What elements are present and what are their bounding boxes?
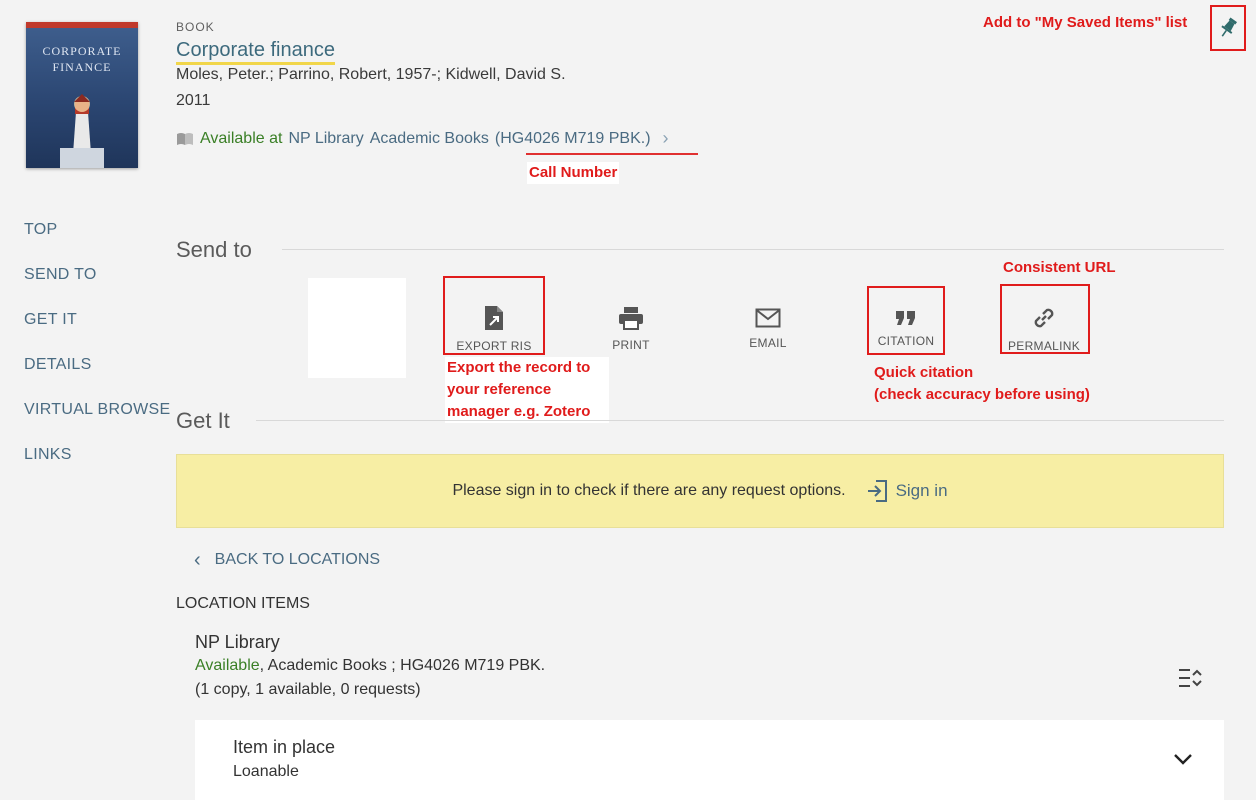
chevron-right-icon: › [662,128,669,148]
sign-in-label: Sign in [895,481,948,500]
item-policy: Loanable [233,763,299,780]
book-cover[interactable]: CORPORATE FINANCE [26,22,138,168]
annotation-saved-items: Add to "My Saved Items" list [983,14,1188,31]
annotation-export-line2: your reference [447,381,552,398]
back-to-locations-label: BACK TO LOCATIONS [214,551,381,568]
send-to-divider [282,249,1224,250]
annotation-citation-line2: (check accuracy before using) [874,386,1090,403]
cover-title-line1: CORPORATE [42,44,122,58]
location-status: Available [195,657,260,674]
cover-title-line2: FINANCE [52,60,112,74]
availability-collection: Academic Books [369,129,489,147]
nav-details[interactable]: DETAILS [24,356,92,374]
location-copies: (1 copy, 1 available, 0 requests) [195,681,421,698]
annotation-export-line1: Export the record to [447,359,591,376]
annotation-citation-line1: Quick citation [874,364,974,381]
record-title[interactable]: Corporate finance [176,38,335,65]
nav-get-it[interactable]: GET IT [24,311,77,329]
annotation-export-ris: Export the record to your reference mana… [445,357,609,423]
nav-virtual-browse[interactable]: VIRTUAL BROWSE [24,401,170,419]
email-label: EMAIL [749,336,787,350]
printer-icon [619,307,643,330]
location-detail: , Academic Books ; HG4026 M719 PBK. [259,657,546,674]
print-label: PRINT [612,338,650,352]
availability-library: NP Library [288,129,364,147]
annotation-call-number: Call Number [527,162,620,184]
sign-in-button[interactable]: Sign in [866,479,948,503]
back-to-locations-button[interactable]: ‹ BACK TO LOCATIONS [194,549,381,571]
nav-send-to[interactable]: SEND TO [24,266,97,284]
record-year: 2011 [176,92,211,109]
sign-in-icon [867,480,887,502]
availability-call-number: (HG4026 M719 PBK.) [494,129,651,147]
availability-status: Available at [200,129,283,147]
book-open-icon [177,132,193,145]
item-card[interactable] [195,720,1224,800]
nav-top[interactable]: TOP [24,221,58,239]
send-to-heading: Send to [176,237,252,262]
email-button[interactable]: EMAIL [719,290,817,368]
record-type: BOOK [176,20,215,34]
location-name: NP Library [195,632,280,652]
envelope-icon [755,308,781,328]
get-it-heading: Get It [176,408,230,433]
sign-in-banner: Please sign in to check if there are any… [176,454,1224,528]
filter-sort-icon[interactable] [1178,666,1204,695]
get-it-divider [256,420,1224,421]
annotation-consistent-url: Consistent URL [1003,259,1116,276]
pin-icon [1221,17,1238,37]
lighthouse-image [60,94,104,168]
export-ris-highlight [443,276,545,355]
availability-line[interactable]: Available at NP Library Academic Books (… [176,128,669,149]
chevron-down-icon[interactable] [1173,752,1193,771]
blank-tile [308,278,406,378]
nav-links[interactable]: LINKS [24,446,72,464]
location-items-label: LOCATION ITEMS [176,595,310,612]
location-status-line: Available, Academic Books ; HG4026 M719 … [195,657,545,675]
annotation-citation: Quick citation (check accuracy before us… [874,362,1090,406]
record-authors: Moles, Peter.; Parrino, Robert, 1957-; K… [176,66,566,83]
item-title: Item in place [233,737,336,757]
sign-in-message: Please sign in to check if there are any… [452,482,846,499]
chevron-left-icon: ‹ [194,549,201,571]
call-number-underline [526,153,698,155]
pin-button[interactable] [1210,5,1246,51]
citation-highlight [867,286,945,355]
permalink-highlight [1000,284,1090,354]
